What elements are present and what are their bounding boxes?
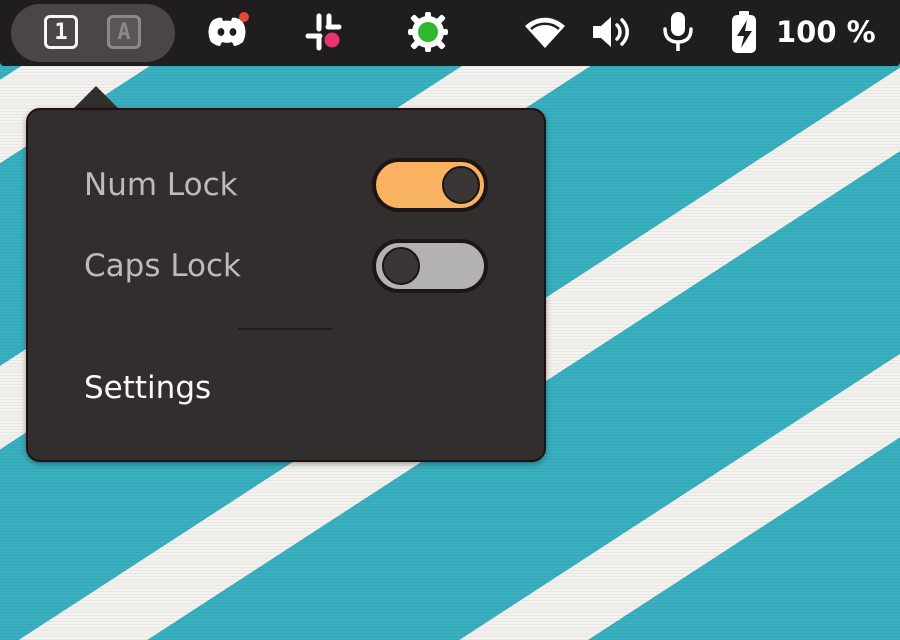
num-lock-badge-text: 1 xyxy=(54,19,68,45)
caps-lock-switch[interactable] xyxy=(372,239,488,293)
num-lock-switch[interactable] xyxy=(372,158,488,212)
battery-charging-icon[interactable] xyxy=(720,9,768,55)
settings-menu-item[interactable]: Settings xyxy=(28,358,544,418)
wifi-icon[interactable] xyxy=(521,9,569,55)
microphone-icon[interactable] xyxy=(654,9,702,55)
caps-lock-switch-knob xyxy=(382,247,420,285)
caps-lock-row[interactable]: Caps Lock xyxy=(28,236,544,296)
num-lock-indicator: 1 xyxy=(44,15,78,49)
volume-icon[interactable] xyxy=(588,9,636,55)
slack-icon[interactable] xyxy=(300,9,348,55)
status-indicator-icon[interactable] xyxy=(404,9,452,55)
caps-lock-badge-text: A xyxy=(117,19,131,45)
num-lock-switch-knob xyxy=(442,166,480,204)
popover-arrow xyxy=(72,86,120,110)
caps-lock-indicator: A xyxy=(107,15,141,49)
keyboard-indicator-button[interactable] xyxy=(11,4,175,62)
keyboard-lock-popover: Num Lock Caps Lock Settings xyxy=(26,108,546,462)
caps-lock-label: Caps Lock xyxy=(84,248,242,284)
battery-percentage[interactable]: 100 % xyxy=(776,10,876,54)
top-bar: 1 A 100 % xyxy=(0,0,900,66)
menu-separator xyxy=(238,328,332,330)
num-lock-row[interactable]: Num Lock xyxy=(28,155,544,215)
discord-icon[interactable] xyxy=(203,9,251,55)
num-lock-label: Num Lock xyxy=(84,167,238,203)
settings-label: Settings xyxy=(84,370,212,406)
